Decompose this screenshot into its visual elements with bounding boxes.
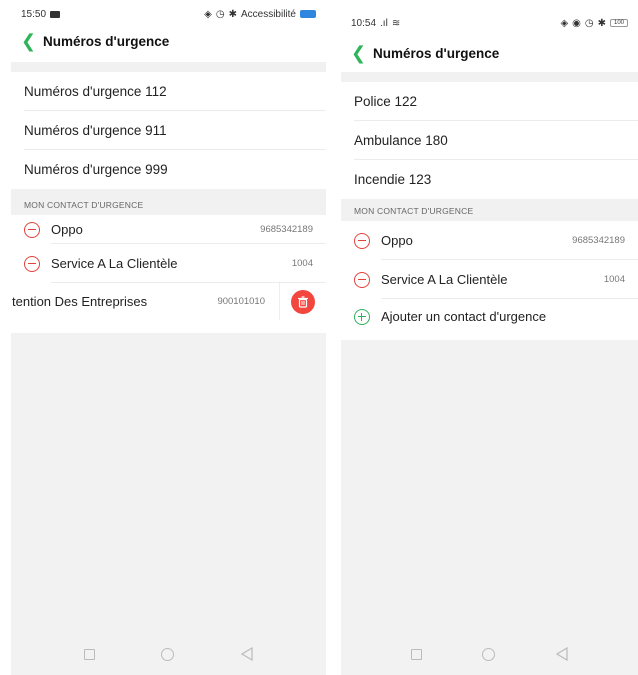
contact-item-service[interactable]: Service A La Clientèle 1004 <box>11 244 326 283</box>
contact-number: 1004 <box>291 258 313 269</box>
accessibility-status-label: Accessibilité <box>240 8 296 20</box>
contact-item-oppo[interactable]: Oppo 9685342189 <box>341 221 638 260</box>
delete-contact-button[interactable] <box>279 283 326 320</box>
emergency-number-label: Numéros d'urgence 112 <box>24 84 167 99</box>
battery-icon <box>300 10 316 18</box>
page-title: Numéros d'urgence <box>373 45 500 61</box>
contact-item-service[interactable]: Service A La Clientèle 1004 <box>341 260 638 299</box>
section-separator <box>11 62 326 72</box>
vibrate-icon: ◈ <box>560 17 569 29</box>
empty-area <box>11 333 326 633</box>
signal-icon: .ıl <box>380 17 388 29</box>
contact-name: Service A La Clientèle <box>51 256 178 271</box>
triangle-left-icon[interactable] <box>555 647 568 661</box>
emergency-number-label: Ambulance 180 <box>354 133 448 148</box>
bluetooth-icon: ✱ <box>597 17 606 29</box>
emergency-contact-section-header: MON CONTACT D'URGENCE <box>341 199 638 221</box>
minus-circle-icon[interactable] <box>24 255 40 272</box>
page-title: Numéros d'urgence <box>43 33 170 49</box>
contact-name: Oppo <box>51 222 83 237</box>
contact-name: tention Des Entreprises <box>12 294 148 309</box>
emergency-number-label: Numéros d'urgence 999 <box>24 162 168 177</box>
emergency-number-label: Police 122 <box>354 94 418 109</box>
circle-icon[interactable] <box>482 647 496 661</box>
emergency-number-item[interactable]: Incendie 123 <box>341 160 638 199</box>
square-icon[interactable] <box>411 648 423 660</box>
alarm-icon: ◷ <box>584 17 594 29</box>
contact-name: Oppo <box>381 233 413 248</box>
bluetooth-icon: ✱ <box>228 8 237 20</box>
contact-number: 1004 <box>603 274 625 285</box>
app-bar: ❮ Numéros d'urgence <box>11 26 326 56</box>
left-phone-screen: 15:50 ◈ ◷ ✱ Accessibilité ❮ Numéros d'ur… <box>11 0 326 675</box>
status-time: 15:50 <box>21 8 47 20</box>
emergency-number-label: Numéros d'urgence 911 <box>24 123 167 138</box>
square-icon[interactable] <box>84 648 96 660</box>
alarm-icon: ◷ <box>215 8 225 20</box>
status-bar: 15:50 ◈ ◷ ✱ Accessibilité <box>11 0 326 26</box>
swiped-contact-item[interactable]: tention Des Entreprises 900101010 <box>11 283 326 320</box>
emergency-number-item[interactable]: Numéros d'urgence 999 <box>11 150 326 189</box>
add-emergency-contact-button[interactable]: Ajouter un contact d'urgence <box>341 299 638 334</box>
contact-number: 9685342189 <box>260 224 313 235</box>
emergency-number-label: Incendie 123 <box>354 172 432 187</box>
emergency-number-item[interactable]: Police 122 <box>341 82 638 121</box>
emergency-number-item[interactable]: Numéros d'urgence 911 <box>11 111 326 150</box>
triangle-left-icon[interactable] <box>240 647 253 661</box>
contact-number: 9685342189 <box>572 235 625 246</box>
minus-circle-icon[interactable] <box>24 221 40 238</box>
vibrate-icon: ◈ <box>204 8 212 20</box>
status-bar: 10:54 .ıl ≋ ◈ ◉ ◷ ✱ 100 <box>341 0 638 40</box>
contact-item-oppo[interactable]: Oppo 9685342189 <box>11 215 326 244</box>
minus-circle-icon[interactable] <box>354 271 370 288</box>
trash-icon <box>291 289 315 314</box>
wifi-icon: ≋ <box>391 17 401 29</box>
right-phone-screen: 10:54 .ıl ≋ ◈ ◉ ◷ ✱ 100 ❮ Numéros d'urge… <box>341 0 638 675</box>
circle-icon[interactable] <box>161 647 175 661</box>
empty-area <box>341 340 638 633</box>
navigation-bar <box>11 633 326 675</box>
chevron-left-icon[interactable]: ❮ <box>21 32 43 50</box>
chevron-left-icon[interactable]: ❮ <box>351 44 373 62</box>
emergency-number-item[interactable]: Ambulance 180 <box>341 121 638 160</box>
contact-number: 900101010 <box>217 296 265 307</box>
location-icon: ◉ <box>572 17 581 29</box>
add-contact-label: Ajouter un contact d'urgence <box>381 309 547 324</box>
status-time: 10:54 <box>351 17 377 29</box>
minus-circle-icon[interactable] <box>354 232 370 249</box>
emergency-contact-section-header: MON CONTACT D'URGENCE <box>11 189 326 215</box>
emergency-number-item[interactable]: Numéros d'urgence 112 <box>11 72 326 111</box>
section-separator <box>341 72 638 82</box>
app-bar: ❮ Numéros d'urgence <box>341 40 638 66</box>
notification-icon <box>50 10 61 18</box>
plus-circle-icon <box>354 308 370 325</box>
contact-name: Service A La Clientèle <box>381 272 508 287</box>
battery-icon: 100 <box>610 19 628 27</box>
navigation-bar <box>341 633 638 675</box>
